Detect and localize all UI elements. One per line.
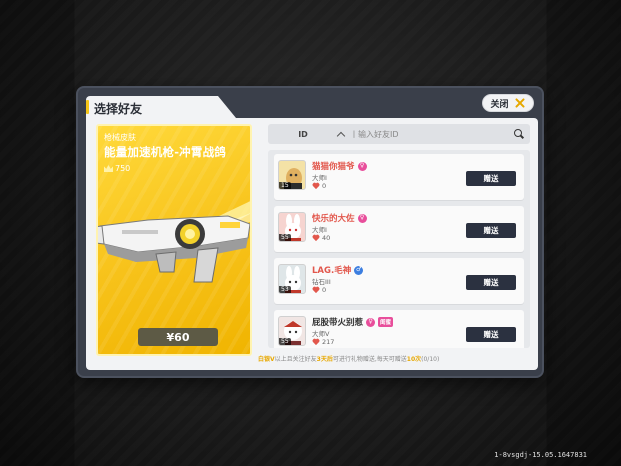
gift-button[interactable]: 赠送 [466,223,516,238]
gift-rule-note: 白银V以上且关注好友3天后可进行礼物赠送,每天可赠送10次(0/10) [258,354,534,363]
friend-likes-count: 217 [322,338,335,346]
friend-likes: 0 [312,182,326,190]
female-icon: ♀ [366,317,376,327]
avatar: 55 [278,212,306,242]
friend-rank: 大师I [312,226,327,234]
friend-rank: 大师I [312,174,327,182]
gift-button[interactable]: 赠送 [466,327,516,342]
close-label: 关闭 [490,99,509,110]
avatar: 55 [278,316,306,346]
product-card: 枪械皮肤 能量加速机枪-冲霄战鸽 750 ¥60 [96,124,252,356]
friend-name: 屁股带火别惹 ♀ 闺蜜 [312,316,394,328]
gift-button[interactable]: 赠送 [466,171,516,186]
close-button[interactable]: 关闭 [482,94,534,112]
friend-likes-count: 40 [322,234,331,242]
heart-icon [312,339,319,345]
search-icon[interactable] [514,129,524,139]
friend-name-text: 猫猫你猫爷 [312,162,355,172]
friend-id-input[interactable] [350,129,514,139]
rule-count-highlight: 10次 [406,356,422,363]
friend-name: 猫猫你猫爷 ♀ [312,160,367,172]
friend-name-text: LAG.毛神 [312,266,352,276]
close-icon [514,97,526,109]
friend-likes-count: 0 [322,286,327,294]
friend-name-text: 屁股带火别惹 [312,318,364,328]
relation-badge: 闺蜜 [378,317,394,327]
rule-counter: (0/10) [421,356,440,363]
friend-list[interactable]: 15 猫猫你猫爷 ♀ 大师I 0 赠送 55 快乐的大佐 ♀ 大师I 40 赠送… [268,150,530,348]
friend-row: 55 屁股带火别惹 ♀ 闺蜜 大师V 217 赠送 [274,310,524,348]
avatar: 53 [278,264,306,294]
friend-name-text: 快乐的大佐 [312,214,355,224]
product-points-value: 750 [115,164,131,173]
friend-likes: 40 [312,234,330,242]
avatar: 15 [278,160,306,190]
title-accent-bar [86,100,89,114]
rule-rank-highlight: 白银V [258,356,275,363]
friend-likes: 217 [312,338,334,346]
friend-rank: 钻石III [312,278,331,286]
content-panel: 枪械皮肤 能量加速机枪-冲霄战鸽 750 ¥60 ID 丨输入好友ID 15 猫… [86,118,538,370]
rule-days-highlight: 3天后 [316,356,333,363]
gift-button[interactable]: 赠送 [466,275,516,290]
friend-row: 53 LAG.毛神 ♂ 钻石III 0 赠送 [274,258,524,304]
heart-icon [312,287,319,293]
avatar-level: 55 [279,338,291,345]
friend-likes-count: 0 [322,182,327,190]
select-friend-dialog: 选择好友 关闭 枪械皮肤 能量加速机枪-冲霄战鸽 750 ¥60 ID 丨输入好… [76,86,544,378]
avatar-level: 53 [279,286,291,293]
friend-likes: 0 [312,286,326,294]
avatar-level: 15 [279,182,291,189]
friend-name: LAG.毛神 ♂ [312,264,364,276]
search-id-label[interactable]: ID [268,130,338,139]
chevron-up-icon[interactable] [336,131,346,140]
gun-skin-image [98,201,250,283]
rule-text-2: 可进行礼物赠送,每天可赠送 [332,356,407,363]
friend-row: 15 猫猫你猫爷 ♀ 大师I 0 赠送 [274,154,524,200]
dialog-title: 选择好友 [94,102,143,116]
female-icon: ♀ [357,161,367,171]
rule-text-1: 以上且关注好友 [274,356,317,363]
female-icon: ♀ [357,213,367,223]
male-icon: ♂ [354,265,364,275]
friend-row: 55 快乐的大佐 ♀ 大师I 40 赠送 [274,206,524,252]
heart-icon [312,235,319,241]
friend-rank: 大师V [312,330,330,338]
version-tag: 1-8vsgdj-15.05.1647831 [494,451,587,459]
product-category: 枪械皮肤 [104,133,136,142]
product-name: 能量加速机枪-冲霄战鸽 [104,145,226,159]
heart-icon [312,183,319,189]
avatar-level: 55 [279,234,291,241]
product-points: 750 [104,164,130,173]
friend-name: 快乐的大佐 ♀ [312,212,367,224]
price-button[interactable]: ¥60 [138,328,218,346]
crown-icon [104,165,113,172]
search-bar: ID [268,124,530,144]
